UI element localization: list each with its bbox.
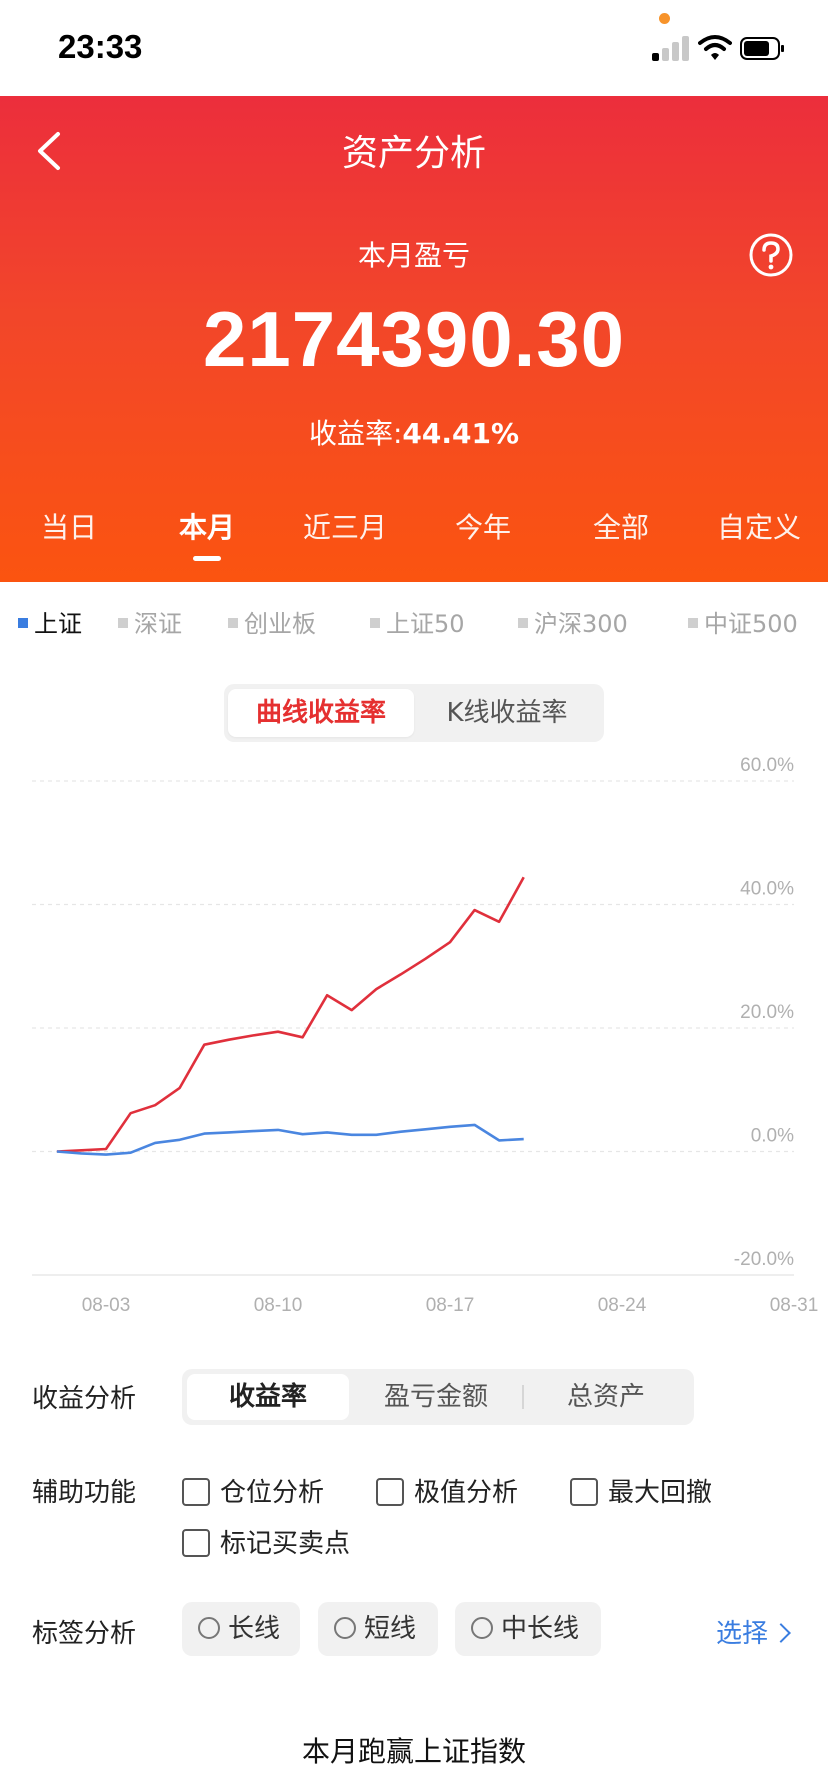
chart-mode-toggle: 曲线收益率 K线收益率 bbox=[224, 684, 604, 742]
wifi-icon bbox=[698, 35, 732, 60]
checkbox-icon bbox=[182, 1477, 210, 1506]
x-tick-label: 08-17 bbox=[426, 1295, 475, 1316]
beat-index-title: 本月跑赢上证指数 bbox=[301, 1735, 526, 1768]
tag-label: 中长线 bbox=[501, 1614, 580, 1644]
tag-label: 长线 bbox=[228, 1614, 281, 1644]
mode-yield-button[interactable]: 收益率 bbox=[187, 1374, 349, 1420]
radio-icon bbox=[198, 1616, 220, 1639]
x-tick-label: 08-10 bbox=[254, 1295, 303, 1316]
index-tab-label: 中证500 bbox=[704, 610, 798, 638]
index-tab-csi500[interactable]: 中证500 bbox=[688, 604, 798, 639]
mode-pnl-button[interactable]: 盈亏金额 bbox=[355, 1374, 517, 1420]
checkbox-label: 极值分析 bbox=[414, 1478, 519, 1508]
analysis-mode-toggle: 收益率 盈亏金额 总资产 bbox=[182, 1369, 694, 1425]
status-time: 23:33 bbox=[58, 28, 143, 65]
legend-square-icon bbox=[228, 618, 238, 628]
tag-label: 短线 bbox=[364, 1614, 417, 1644]
yield-rate: 收益率:44.41% bbox=[0, 412, 828, 452]
tag-analysis-label: 标签分析 bbox=[32, 1619, 137, 1649]
curve-yield-button[interactable]: 曲线收益率 bbox=[228, 689, 414, 737]
index-yield-line bbox=[56, 1123, 524, 1156]
tab-all[interactable]: 全部 bbox=[552, 506, 690, 546]
index-tab-label: 沪深300 bbox=[534, 610, 628, 638]
select-tags-link[interactable]: 选择 bbox=[716, 1613, 791, 1650]
tab-today[interactable]: 当日 bbox=[0, 506, 138, 546]
index-tabs: 上证 深证 创业板 上证50 沪深300 中证500 bbox=[0, 604, 828, 644]
radio-icon bbox=[471, 1616, 493, 1639]
yield-rate-label: 收益率: bbox=[308, 417, 403, 450]
tab-this-month[interactable]: 本月 bbox=[138, 506, 276, 546]
active-tab-indicator bbox=[193, 556, 221, 561]
y-tick-label: 0.0% bbox=[751, 1126, 794, 1147]
extreme-analysis-checkbox[interactable]: 极值分析 bbox=[376, 1472, 518, 1509]
checkbox-icon bbox=[182, 1528, 210, 1557]
checkbox-label: 标记买卖点 bbox=[220, 1529, 351, 1559]
battery-icon bbox=[740, 37, 784, 60]
x-tick-label: 08-31 bbox=[770, 1295, 819, 1316]
chevron-right-icon bbox=[771, 1623, 791, 1643]
index-tab-label: 深证 bbox=[134, 610, 182, 638]
page-title: 资产分析 bbox=[341, 133, 486, 174]
tab-this-year[interactable]: 今年 bbox=[414, 506, 552, 546]
mic-indicator-dot bbox=[659, 13, 670, 24]
index-tab-csi300[interactable]: 沪深300 bbox=[518, 604, 628, 639]
kline-yield-button[interactable]: K线收益率 bbox=[414, 689, 600, 737]
checkbox-label: 最大回撤 bbox=[608, 1478, 713, 1508]
aux-function-label: 辅助功能 bbox=[32, 1478, 137, 1508]
status-bar: 23:33 bbox=[0, 0, 828, 96]
legend-square-icon bbox=[18, 618, 28, 628]
tab-three-months[interactable]: 近三月 bbox=[276, 506, 414, 546]
tab-custom[interactable]: 自定义 bbox=[690, 506, 828, 546]
radio-icon bbox=[334, 1616, 356, 1639]
legend-square-icon bbox=[518, 618, 528, 628]
select-label: 选择 bbox=[716, 1619, 769, 1649]
checkbox-icon bbox=[376, 1477, 404, 1506]
x-tick-label: 08-24 bbox=[598, 1295, 647, 1316]
legend-square-icon bbox=[370, 618, 380, 628]
y-tick-label: -20.0% bbox=[734, 1249, 794, 1270]
asset-header: 资产分析 本月盈亏 2174390.30 收益率:44.41% 当日 本月 近三… bbox=[0, 96, 828, 582]
y-tick-label: 20.0% bbox=[740, 1002, 794, 1023]
help-icon[interactable] bbox=[748, 232, 794, 278]
y-tick-label: 60.0% bbox=[740, 755, 794, 776]
portfolio-yield-line bbox=[56, 876, 525, 1153]
yield-chart: 60.0% 40.0% 20.0% 0.0% -20.0% 08-03 08-10 08-17… bbox=[32, 755, 819, 1316]
max-drawdown-checkbox[interactable]: 最大回撤 bbox=[570, 1472, 712, 1509]
checkbox-label: 仓位分析 bbox=[220, 1478, 325, 1508]
yield-analysis-label: 收益分析 bbox=[32, 1384, 137, 1414]
period-pnl-label: 本月盈亏 bbox=[357, 239, 470, 272]
cellular-signal-icon bbox=[652, 36, 692, 61]
tag-long-term[interactable]: 长线 bbox=[182, 1602, 300, 1656]
index-tab-label: 创业板 bbox=[244, 610, 316, 638]
index-tab-sse50[interactable]: 上证50 bbox=[370, 604, 465, 639]
mode-total-assets-button[interactable]: 总资产 bbox=[525, 1374, 687, 1420]
yield-rate-value: 44.41% bbox=[402, 417, 520, 450]
legend-square-icon bbox=[118, 618, 128, 628]
tag-short-term[interactable]: 短线 bbox=[318, 1602, 438, 1656]
position-analysis-checkbox[interactable]: 仓位分析 bbox=[182, 1472, 324, 1509]
index-tab-label: 上证50 bbox=[386, 610, 465, 638]
tag-mid-long-term[interactable]: 中长线 bbox=[455, 1602, 601, 1656]
pnl-amount: 2174390.30 bbox=[202, 295, 626, 383]
index-tab-shenzhen[interactable]: 深证 bbox=[118, 604, 182, 639]
index-tab-label: 上证 bbox=[34, 610, 82, 638]
legend-square-icon bbox=[688, 618, 698, 628]
checkbox-icon bbox=[570, 1477, 598, 1506]
mark-trades-checkbox[interactable]: 标记买卖点 bbox=[182, 1523, 350, 1560]
mode-divider bbox=[522, 1385, 524, 1409]
y-tick-label: 40.0% bbox=[740, 879, 794, 900]
x-tick-label: 08-03 bbox=[82, 1295, 131, 1316]
period-tabs: 当日 本月 近三月 今年 全部 自定义 bbox=[0, 506, 828, 566]
index-tab-shanghai[interactable]: 上证 bbox=[18, 604, 82, 639]
index-tab-chinext[interactable]: 创业板 bbox=[228, 604, 316, 639]
